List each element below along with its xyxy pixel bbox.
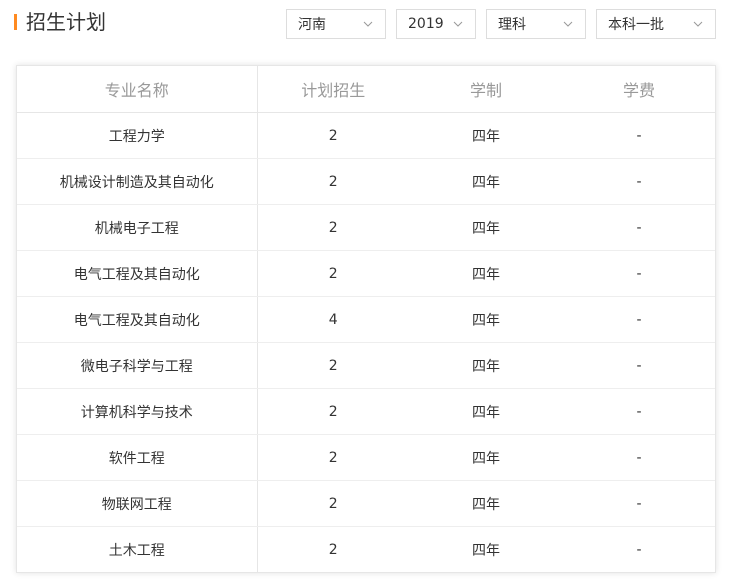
subject-select[interactable]: 理科 <box>486 9 586 39</box>
tuition-cell: - <box>563 250 715 297</box>
chevron-down-icon <box>363 21 373 27</box>
major-name-cell: 物联网工程 <box>17 480 258 527</box>
tuition-cell: - <box>563 204 715 251</box>
plan-count-cell: 2 <box>328 541 338 558</box>
duration-cell: 四年 <box>409 388 563 435</box>
tuition-cell: - <box>563 112 715 159</box>
table-row: 物联网工程 2 四年 - <box>17 480 715 527</box>
column-header-major: 专业名称 <box>17 66 258 113</box>
table-row: 电气工程及其自动化 2 四年 - <box>17 250 715 297</box>
tuition-cell: - <box>563 434 715 481</box>
tuition-cell: - <box>563 158 715 205</box>
plan-count-cell: 2 <box>257 388 409 435</box>
column-header-tuition: 学费 <box>563 66 715 113</box>
tuition-cell: - <box>563 296 715 343</box>
table-row: 机械电子工程 2 四年 - <box>17 204 715 251</box>
page-title: 招生计划 <box>26 10 106 34</box>
major-name-cell: 微电子科学与工程 <box>17 342 258 389</box>
duration-cell: 四年 <box>409 434 563 481</box>
table-row: 电气工程及其自动化 4 四年 - <box>17 296 715 343</box>
table-row: 软件工程 2 四年 - <box>17 434 715 481</box>
subject-select-value: 理科 <box>498 17 526 33</box>
year-select-value: 2019 <box>408 16 444 32</box>
batch-select-value: 本科一批 <box>608 17 664 33</box>
plan-count-cell: 2 <box>257 342 409 389</box>
tuition-cell: - <box>563 480 715 527</box>
enrollment-plan-table: 专业名称 计划招生 学制 学费 工程力学 2 四年 - 机械设计制造及其自动化 … <box>16 65 716 573</box>
tuition-cell: - <box>636 541 642 558</box>
table-row: 计算机科学与技术 2 四年 - <box>17 388 715 435</box>
plan-count-cell: 2 <box>257 250 409 297</box>
duration-cell: 四年 <box>409 204 563 251</box>
plan-count-cell: 2 <box>257 480 409 527</box>
major-name-cell: 工程力学 <box>17 112 258 159</box>
duration-cell: 四年 <box>409 480 563 527</box>
section-header: 招生计划 <box>14 8 106 36</box>
major-name-cell: 机械设计制造及其自动化 <box>17 158 258 205</box>
province-select[interactable]: 河南 <box>286 9 386 39</box>
province-select-value: 河南 <box>298 17 326 33</box>
duration-cell: 四年 <box>472 542 500 559</box>
chevron-down-icon <box>693 21 703 27</box>
plan-count-cell: 4 <box>257 296 409 343</box>
plan-count-cell: 2 <box>257 434 409 481</box>
major-name-cell: 计算机科学与技术 <box>17 388 258 435</box>
plan-count-cell: 2 <box>257 112 409 159</box>
major-name-cell: 软件工程 <box>17 434 258 481</box>
major-name-cell: 电气工程及其自动化 <box>17 250 258 297</box>
major-name-cell: 机械电子工程 <box>17 204 258 251</box>
title-accent-bar <box>14 14 17 30</box>
tuition-cell: - <box>563 388 715 435</box>
duration-cell: 四年 <box>409 112 563 159</box>
duration-cell: 四年 <box>409 296 563 343</box>
column-header-plan-count: 计划招生 <box>257 66 409 113</box>
plan-count-cell: 2 <box>257 204 409 251</box>
column-header-duration: 学制 <box>409 66 563 113</box>
major-name-cell: 土木工程 <box>17 526 258 572</box>
chevron-down-icon <box>563 21 573 27</box>
major-name-cell: 电气工程及其自动化 <box>17 296 258 343</box>
tuition-cell: - <box>563 342 715 389</box>
duration-cell: 四年 <box>409 158 563 205</box>
chevron-down-icon <box>453 21 463 27</box>
duration-cell: 四年 <box>409 250 563 297</box>
table-row: 微电子科学与工程 2 四年 - <box>17 342 715 389</box>
duration-cell: 四年 <box>409 342 563 389</box>
table-row: 机械设计制造及其自动化 2 四年 - <box>17 158 715 205</box>
batch-select[interactable]: 本科一批 <box>596 9 716 39</box>
plan-count-cell: 2 <box>257 158 409 205</box>
year-select[interactable]: 2019 <box>396 9 476 39</box>
table-row: 工程力学 2 四年 - <box>17 112 715 159</box>
table-row: 土木工程 2 四年 - <box>17 526 715 572</box>
table-header-row: 专业名称 计划招生 学制 学费 <box>17 66 715 113</box>
